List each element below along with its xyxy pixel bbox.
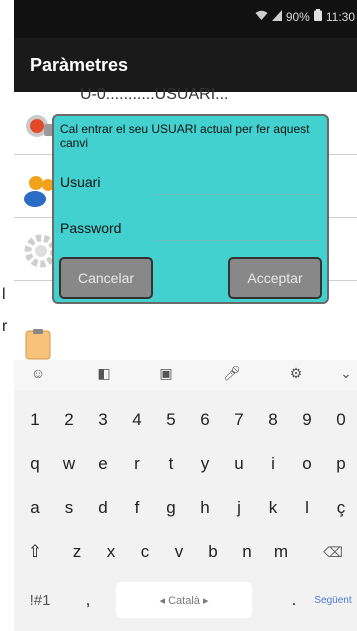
wifi-icon	[255, 10, 268, 24]
password-label: Password	[60, 220, 122, 236]
key-c[interactable]: c	[130, 532, 160, 572]
key-9[interactable]: 9	[292, 400, 322, 440]
key-f[interactable]: f	[122, 488, 152, 528]
status-bar: 90% 11:30	[14, 0, 357, 38]
key-8[interactable]: 8	[258, 400, 288, 440]
key-h[interactable]: h	[190, 488, 220, 528]
gear-icon[interactable]: ⚙	[286, 365, 306, 385]
usuari-input[interactable]	[154, 194, 320, 195]
number-row: 1 2 3 4 5 6 7 8 9 0	[14, 400, 357, 440]
key-s[interactable]: s	[54, 488, 84, 528]
bottom-row: !#1 , ◂ Català ▸ . Següent	[14, 582, 357, 622]
status-icons: 90% 11:30	[255, 9, 355, 24]
space-bar[interactable]: ◂ Català ▸	[116, 582, 252, 618]
login-dialog: Cal entrar el seu USUARI actual per fer …	[52, 114, 329, 304]
key-1[interactable]: 1	[20, 400, 50, 440]
key-0[interactable]: 0	[326, 400, 356, 440]
key-g[interactable]: g	[156, 488, 186, 528]
list-item-label: U-0...........USUARI...	[80, 86, 229, 103]
letter-row-3: ⇧ z x c v b n m ⌫	[14, 532, 357, 572]
outer-margin: l r	[0, 0, 14, 631]
backspace-icon[interactable]: ⌫	[314, 532, 352, 572]
accept-button[interactable]: Acceptar	[228, 257, 322, 299]
cancel-button[interactable]: Cancelar	[59, 257, 153, 299]
comma-key[interactable]: ,	[76, 580, 100, 620]
phone-screen: 90% 11:30 Paràmetres U-0...........USUAR…	[14, 0, 357, 631]
gif-icon[interactable]: ▣	[156, 365, 176, 385]
key-e[interactable]: e	[88, 444, 118, 484]
battery-percent: 90%	[285, 9, 310, 24]
stray-char: r	[2, 318, 8, 335]
key-2[interactable]: 2	[54, 400, 84, 440]
key-4[interactable]: 4	[122, 400, 152, 440]
microphone-icon[interactable]: 🎤︎	[222, 365, 242, 385]
key-6[interactable]: 6	[190, 400, 220, 440]
key-m[interactable]: m	[266, 532, 296, 572]
chevron-down-icon[interactable]: ⌄	[336, 365, 356, 385]
shift-icon[interactable]: ⇧	[18, 532, 52, 572]
on-screen-keyboard: ☺ ◧ ▣ 🎤︎ ⚙ ⌄ 1 2 3 4 5 6 7 8 9 0 q w e r…	[14, 360, 357, 631]
key-l[interactable]: l	[292, 488, 322, 528]
usuari-label: Usuari	[60, 174, 101, 190]
emoji-icon[interactable]: ☺	[28, 365, 48, 385]
dialog-message: Cal entrar el seu USUARI actual per fer …	[60, 122, 310, 150]
key-j[interactable]: j	[224, 488, 254, 528]
key-v[interactable]: v	[164, 532, 194, 572]
key-w[interactable]: w	[54, 444, 84, 484]
key-5[interactable]: 5	[156, 400, 186, 440]
letter-row-1: q w e r t y u i o p	[14, 444, 357, 484]
key-x[interactable]: x	[96, 532, 126, 572]
sticker-icon[interactable]: ◧	[94, 365, 114, 385]
key-p[interactable]: p	[326, 444, 356, 484]
key-a[interactable]: a	[20, 488, 50, 528]
key-b[interactable]: b	[198, 532, 228, 572]
key-u[interactable]: u	[224, 444, 254, 484]
key-t[interactable]: t	[156, 444, 186, 484]
key-q[interactable]: q	[20, 444, 50, 484]
key-z[interactable]: z	[62, 532, 92, 572]
clock: 11:30	[325, 9, 355, 24]
period-key[interactable]: .	[282, 580, 306, 620]
keyboard-toolbar: ☺ ◧ ▣ 🎤︎ ⚙ ⌄	[14, 360, 357, 390]
letter-row-2: a s d f g h j k l ç	[14, 488, 357, 528]
key-n[interactable]: n	[232, 532, 262, 572]
key-r[interactable]: r	[122, 444, 152, 484]
key-c-cedilla[interactable]: ç	[326, 488, 356, 528]
key-3[interactable]: 3	[88, 400, 118, 440]
password-input[interactable]	[154, 240, 320, 241]
key-k[interactable]: k	[258, 488, 288, 528]
app-bar: Paràmetres	[14, 38, 357, 92]
next-key[interactable]: Següent	[310, 580, 356, 620]
symbols-key[interactable]: !#1	[18, 580, 62, 620]
stray-char: l	[2, 286, 6, 303]
key-7[interactable]: 7	[224, 400, 254, 440]
page-title: Paràmetres	[30, 55, 129, 75]
key-y[interactable]: y	[190, 444, 220, 484]
battery-icon	[313, 9, 322, 24]
key-d[interactable]: d	[88, 488, 118, 528]
signal-icon	[271, 9, 282, 24]
key-i[interactable]: i	[258, 444, 288, 484]
key-o[interactable]: o	[292, 444, 322, 484]
